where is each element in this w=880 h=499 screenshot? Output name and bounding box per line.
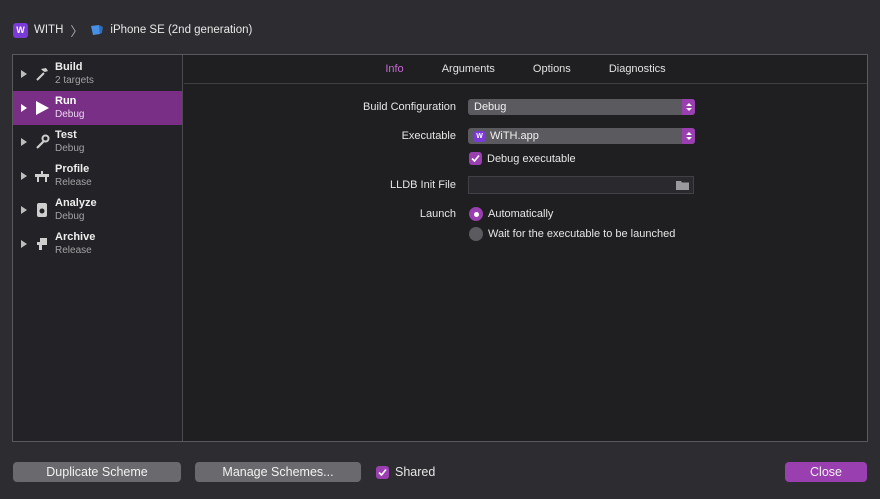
disclosure-triangle-icon[interactable] bbox=[21, 206, 27, 214]
launch-automatically-label: Automatically bbox=[488, 208, 554, 220]
sidebar-item-archive[interactable]: Archive Release bbox=[13, 227, 182, 261]
archive-icon bbox=[33, 235, 51, 253]
close-button[interactable]: Close bbox=[785, 462, 867, 482]
launch-label: Launch bbox=[419, 208, 456, 220]
sidebar-item-test[interactable]: Test Debug bbox=[13, 125, 182, 159]
lldb-init-file-field[interactable] bbox=[468, 176, 694, 194]
executable-value: WiTH.app bbox=[490, 130, 539, 142]
checkmark-icon bbox=[378, 468, 387, 476]
launch-automatically-radio[interactable] bbox=[469, 207, 483, 221]
manage-schemes-button[interactable]: Manage Schemes... bbox=[195, 462, 361, 482]
scheme-name[interactable]: WITH bbox=[34, 24, 63, 36]
disclosure-triangle-icon[interactable] bbox=[21, 70, 27, 78]
launch-wait-label: Wait for the executable to be launched bbox=[488, 228, 676, 240]
device-name[interactable]: iPhone SE (2nd generation) bbox=[110, 24, 252, 36]
popup-arrows-icon bbox=[682, 99, 695, 115]
sidebar-item-subtitle: Debug bbox=[55, 109, 85, 120]
wrench-icon bbox=[33, 133, 51, 151]
build-configuration-value: Debug bbox=[474, 101, 507, 113]
sidebar-item-subtitle: Debug bbox=[55, 211, 85, 222]
debug-executable-label: Debug executable bbox=[487, 152, 576, 165]
shared-label: Shared bbox=[395, 465, 436, 479]
play-icon bbox=[33, 99, 51, 117]
tab-bar: Info Arguments Options Diagnostics bbox=[184, 55, 867, 84]
run-settings-pane: Info Arguments Options Diagnostics Build… bbox=[184, 55, 867, 441]
disclosure-triangle-icon[interactable] bbox=[21, 104, 27, 112]
sidebar-item-label: Test bbox=[55, 129, 77, 141]
lldb-init-file-label: LLDB Init File bbox=[389, 179, 456, 191]
checkmark-icon bbox=[471, 154, 480, 163]
launch-wait-option[interactable]: Wait for the executable to be launched bbox=[469, 227, 675, 241]
scheme-editor-panel: Build 2 targets Run Debug Test Debug Pro… bbox=[12, 54, 868, 442]
tab-options[interactable]: Options bbox=[514, 55, 590, 84]
executable-label: Executable bbox=[401, 130, 456, 142]
sidebar-item-build[interactable]: Build 2 targets bbox=[13, 57, 182, 91]
build-configuration-popup[interactable]: Debug bbox=[468, 99, 695, 115]
sidebar-item-label: Analyze bbox=[55, 197, 97, 209]
tab-info[interactable]: Info bbox=[366, 55, 422, 84]
sidebar-item-subtitle: 2 targets bbox=[55, 75, 94, 86]
sidebar-item-subtitle: Debug bbox=[55, 143, 85, 154]
sidebar-item-label: Profile bbox=[55, 163, 90, 175]
tab-diagnostics[interactable]: Diagnostics bbox=[590, 55, 685, 84]
tab-arguments[interactable]: Arguments bbox=[423, 55, 514, 84]
disclosure-triangle-icon[interactable] bbox=[21, 240, 27, 248]
sidebar-item-label: Run bbox=[55, 95, 77, 107]
chevron-right-icon: 〉 bbox=[70, 23, 84, 39]
disclosure-triangle-icon[interactable] bbox=[21, 138, 27, 146]
analyze-icon bbox=[33, 201, 51, 219]
sidebar-item-run[interactable]: Run Debug bbox=[13, 91, 182, 125]
duplicate-scheme-button[interactable]: Duplicate Scheme bbox=[13, 462, 181, 482]
gauge-icon bbox=[33, 167, 51, 185]
build-configuration-label: Build Configuration bbox=[363, 101, 456, 113]
folder-icon[interactable] bbox=[676, 180, 689, 190]
disclosure-triangle-icon[interactable] bbox=[21, 172, 27, 180]
executable-popup[interactable]: W WiTH.app bbox=[468, 128, 695, 144]
sidebar: Build 2 targets Run Debug Test Debug Pro… bbox=[13, 55, 183, 441]
sidebar-item-subtitle: Release bbox=[55, 245, 92, 256]
debug-executable-option[interactable]: Debug executable bbox=[469, 152, 576, 165]
breadcrumb[interactable]: W WITH 〉 iPhone SE (2nd generation) bbox=[13, 22, 252, 39]
sidebar-item-label: Archive bbox=[55, 231, 96, 243]
hammer-icon bbox=[33, 65, 51, 83]
device-icon bbox=[91, 25, 104, 35]
debug-executable-checkbox[interactable] bbox=[469, 152, 482, 165]
popup-arrows-icon bbox=[682, 128, 695, 144]
app-scheme-icon: W bbox=[13, 22, 28, 38]
sidebar-item-subtitle: Release bbox=[55, 177, 92, 188]
launch-automatically-option[interactable]: Automatically bbox=[469, 207, 553, 221]
app-icon: W bbox=[474, 130, 485, 142]
sidebar-item-analyze[interactable]: Analyze Debug bbox=[13, 193, 182, 227]
sidebar-item-label: Build bbox=[55, 61, 83, 73]
launch-wait-radio[interactable] bbox=[469, 227, 483, 241]
sidebar-item-profile[interactable]: Profile Release bbox=[13, 159, 182, 193]
shared-option[interactable]: Shared bbox=[376, 465, 435, 479]
shared-checkbox[interactable] bbox=[376, 465, 389, 479]
